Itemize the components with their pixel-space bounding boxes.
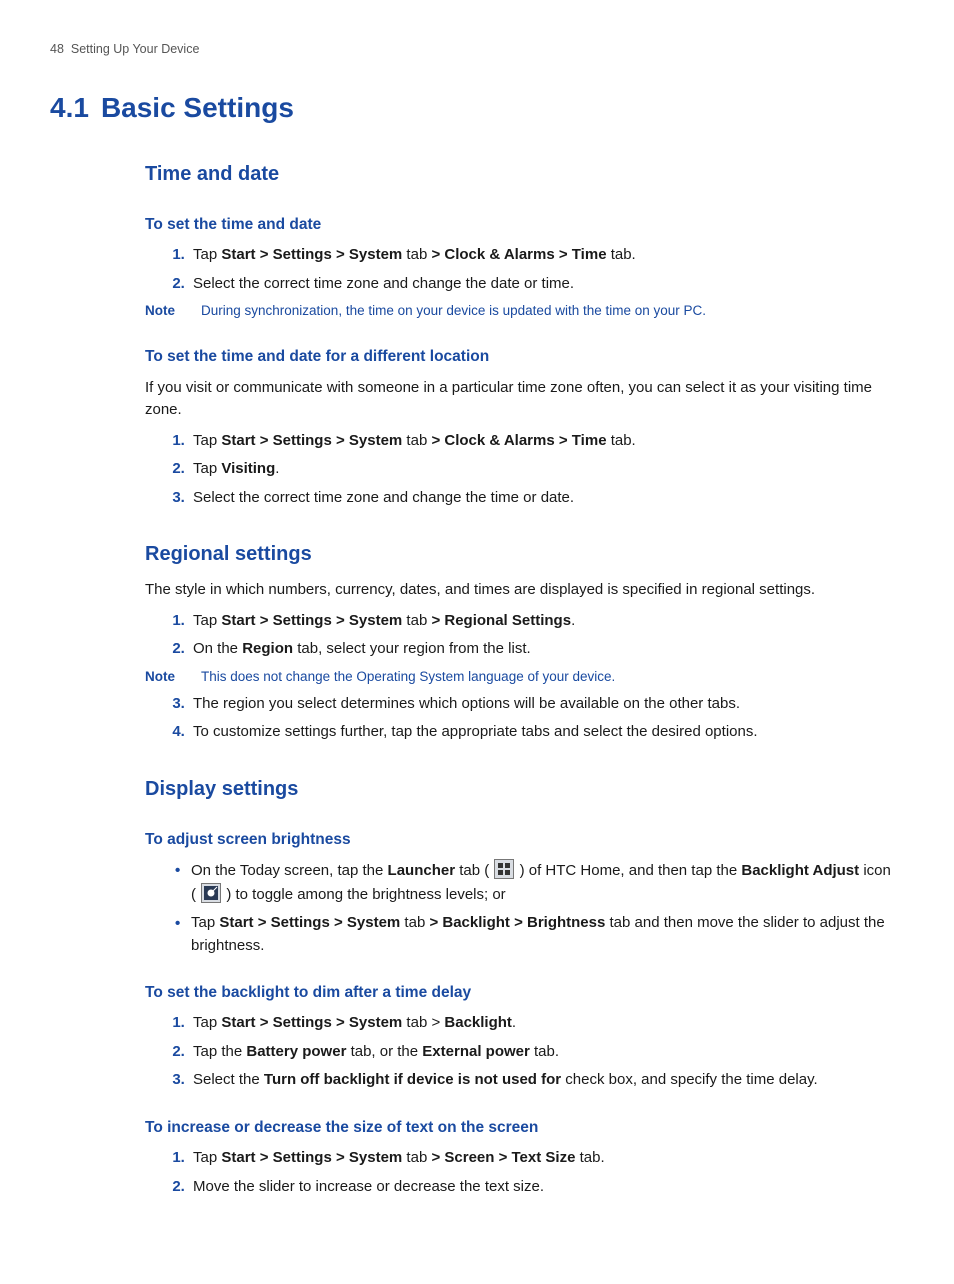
heading-dim: To set the backlight to dim after a time… [145,981,904,1004]
steps-set-time: Tap Start > Settings > System tab > Cloc… [145,244,904,295]
page-number: 48 [50,42,64,56]
note-row: Note During synchronization, the time on… [145,301,904,321]
section-name: Setting Up Your Device [71,42,200,56]
list-item: On the Region tab, select your region fr… [189,638,904,661]
list-item: Tap Start > Settings > System tab > Cloc… [189,244,904,267]
list-item: Tap Start > Settings > System tab > Cloc… [189,430,904,453]
chapter-number: 4.1 [50,92,89,123]
list-item: Select the Turn off backlight if device … [189,1069,904,1092]
running-header: 48 Setting Up Your Device [50,40,904,59]
list-item: Move the slider to increase or decrease … [189,1176,904,1199]
steps-regional-cont: The region you select determines which o… [145,693,904,744]
section-time-and-date: Time and date [145,159,904,189]
list-item: Tap Start > Settings > System tab > Back… [175,912,904,957]
backlight-adjust-icon [201,883,221,903]
paragraph: The style in which numbers, currency, da… [145,579,904,602]
launcher-tab-icon [494,859,514,879]
section-display: Display settings [145,774,904,804]
bullets-brightness: On the Today screen, tap the Launcher ta… [145,859,904,957]
chapter-name: Basic Settings [101,92,294,123]
steps-diff-location: Tap Start > Settings > System tab > Cloc… [145,430,904,510]
list-item: Tap Start > Settings > System tab > Back… [189,1012,904,1035]
list-item: Tap Visiting. [189,458,904,481]
heading-set-time: To set the time and date [145,213,904,236]
list-item: Select the correct time zone and change … [189,487,904,510]
note-text: This does not change the Operating Syste… [201,667,615,687]
section-regional: Regional settings [145,539,904,569]
paragraph: If you visit or communicate with someone… [145,377,904,422]
heading-brightness: To adjust screen brightness [145,828,904,851]
list-item: Tap Start > Settings > System tab > Regi… [189,610,904,633]
steps-textsize: Tap Start > Settings > System tab > Scre… [145,1147,904,1198]
note-text: During synchronization, the time on your… [201,301,706,321]
list-item: The region you select determines which o… [189,693,904,716]
list-item: To customize settings further, tap the a… [189,721,904,744]
list-item: Select the correct time zone and change … [189,273,904,296]
note-label: Note [145,301,201,321]
steps-dim: Tap Start > Settings > System tab > Back… [145,1012,904,1092]
chapter-title: 4.1 Basic Settings [50,87,904,129]
list-item: Tap the Battery power tab, or the Extern… [189,1041,904,1064]
list-item: Tap Start > Settings > System tab > Scre… [189,1147,904,1170]
list-item: On the Today screen, tap the Launcher ta… [175,859,904,906]
heading-diff-location: To set the time and date for a different… [145,345,904,368]
heading-textsize: To increase or decrease the size of text… [145,1116,904,1139]
note-row: Note This does not change the Operating … [145,667,904,687]
note-label: Note [145,667,201,687]
steps-regional: Tap Start > Settings > System tab > Regi… [145,610,904,661]
